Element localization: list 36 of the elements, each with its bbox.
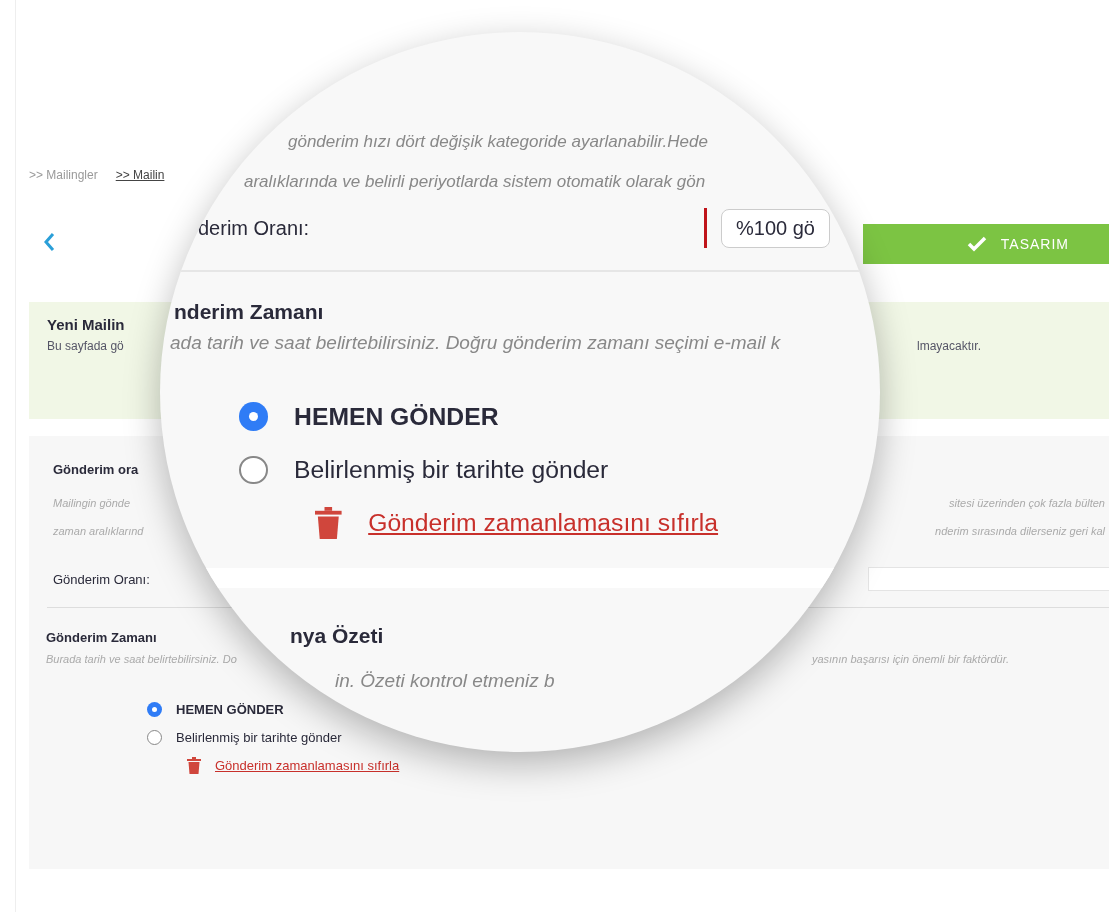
- section-description: zaman aralıklarınd: [53, 525, 144, 537]
- radio-label[interactable]: HEMEN GÖNDER: [294, 402, 499, 431]
- radio-button[interactable]: [147, 729, 162, 745]
- section-description: sitesi üzerinden çok fazla bülten: [949, 497, 1105, 509]
- field-label: Gönderim Oranı:: [53, 571, 150, 587]
- back-chevron-icon[interactable]: [43, 232, 55, 252]
- section-description: yasının başarısı için önemli bir faktördür.: [811, 653, 1009, 665]
- section-description: nderim sırasında dilerseniz geri kal: [935, 525, 1105, 537]
- section-title: Gönderim Zamanı: [46, 630, 157, 645]
- section-title: nya Özeti: [290, 623, 384, 648]
- radio-label[interactable]: Belirlenmiş bir tarihte gönder: [176, 729, 342, 745]
- rate-field[interactable]: [868, 567, 1109, 591]
- section-description: aralıklarında ve belirli periyotlarda sistem otomatik olarak gön: [244, 172, 706, 192]
- notice-title: Yeni Mailin: [47, 316, 126, 333]
- radio-button[interactable]: [147, 701, 162, 717]
- radio-label[interactable]: HEMEN GÖNDER: [176, 701, 284, 717]
- check-icon: [966, 236, 987, 252]
- radio-button[interactable]: [239, 455, 268, 485]
- reset-schedule-link[interactable]: Gönderim zamanlamasını sıfırla: [215, 757, 400, 773]
- section-description: gönderim hızı dört değişik kategoride ayarlanabilir.Hede: [288, 132, 708, 152]
- trash-icon: [315, 506, 342, 540]
- radio-label[interactable]: Belirlenmiş bir tarihte gönder: [294, 455, 609, 484]
- radio-button[interactable]: [239, 402, 268, 431]
- notice-text: Bu sayfada gö: [47, 339, 124, 353]
- field-label: derim Oranı:: [198, 216, 310, 240]
- breadcrumb-link[interactable]: >> Mailin: [115, 168, 165, 182]
- section-description: Burada tarih ve saat belirtebilirsiniz. Do: [46, 653, 237, 665]
- notice-text: lmayacaktır.: [916, 339, 981, 353]
- rate-select[interactable]: %100 gö: [721, 208, 830, 248]
- section-description: Mailingin gönde: [53, 497, 131, 509]
- reset-schedule-link[interactable]: Gönderim zamanlamasını sıfırla: [368, 508, 719, 537]
- section-title: Gönderim ora: [53, 462, 139, 477]
- section-description: in. Özeti kontrol etmeniz b: [335, 669, 555, 692]
- section-title: nderim Zamanı: [174, 300, 324, 324]
- trash-icon: [187, 756, 201, 774]
- section-description: ada tarih ve saat belirtebilirsiniz. Doğru gönderim zamanı seçimi e-mail k: [170, 332, 781, 354]
